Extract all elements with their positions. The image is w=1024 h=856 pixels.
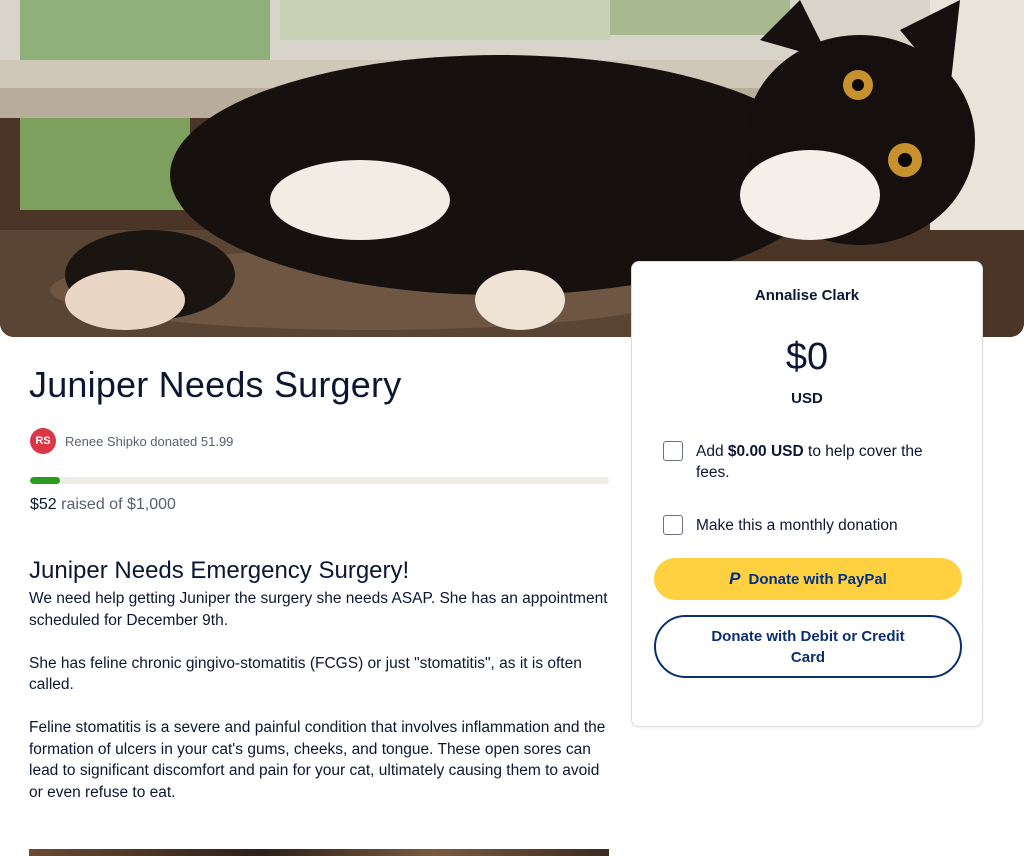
donate-paypal-button[interactable]: P Donate with PayPal <box>654 558 962 600</box>
story-body: We need help getting Juniper the surgery… <box>29 588 614 825</box>
donation-amount[interactable]: $0 <box>632 336 982 379</box>
recent-donation-text: Renee Shipko donated 51.99 <box>65 433 234 449</box>
cover-fees-label: Add $0.00 USD to help cover the fees. <box>696 443 923 481</box>
story-image <box>29 849 609 856</box>
paypal-icon: P <box>729 569 741 588</box>
cover-fees-checkbox[interactable] <box>663 441 683 461</box>
raised-summary: $52 raised of $1,000 <box>30 496 176 514</box>
story-heading: Juniper Needs Emergency Surgery! <box>29 557 410 584</box>
story-paragraph: She has feline chronic gingivo-stomatiti… <box>29 654 582 694</box>
paypal-button-label: Donate with PayPal <box>748 570 887 588</box>
story-paragraph: We need help getting Juniper the surgery… <box>29 590 608 629</box>
story-paragraph: Feline stomatitis is a severe and painfu… <box>29 719 606 801</box>
monthly-donation-option[interactable]: Make this a monthly donation <box>663 515 898 536</box>
currency-label: USD <box>791 390 823 407</box>
progress-fill <box>30 477 61 484</box>
donation-card: Annalise Clark $0 USD Add $0.00 USD to h… <box>631 261 983 727</box>
goal-text: raised of $1,000 <box>56 496 176 513</box>
donor-avatar: RS <box>30 428 56 454</box>
campaign-title: Juniper Needs Surgery <box>29 364 402 405</box>
donate-card-button[interactable]: Donate with Debit or Credit Card <box>654 615 962 678</box>
fundraising-progress-bar <box>30 477 609 484</box>
recipient-name: Annalise Clark <box>754 287 860 304</box>
raised-amount: $52 <box>30 496 57 513</box>
recent-donation: RS Renee Shipko donated 51.99 <box>30 428 233 454</box>
cover-fees-option[interactable]: Add $0.00 USD to help cover the fees. <box>663 441 953 483</box>
monthly-donation-label: Make this a monthly donation <box>696 517 898 534</box>
monthly-donation-checkbox[interactable] <box>663 515 683 535</box>
